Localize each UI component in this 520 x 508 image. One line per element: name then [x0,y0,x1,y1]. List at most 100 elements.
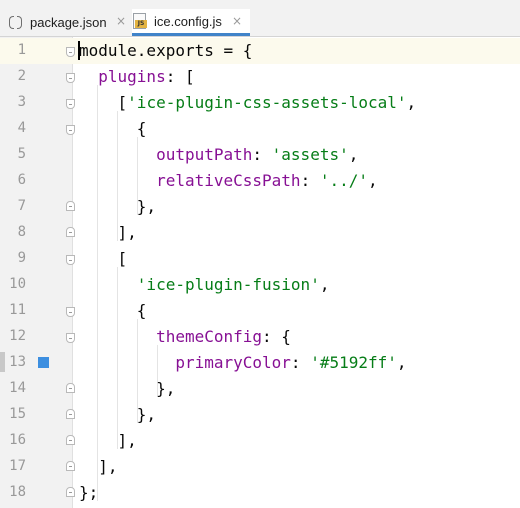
code-token: }, [79,197,157,216]
line-number[interactable]: 11 [0,302,26,318]
fold-marker-icon[interactable] [66,73,75,83]
code-token: : [300,171,320,190]
code-line[interactable]: 7 }, [0,194,520,220]
line-number[interactable]: 1 [0,42,26,58]
line-number[interactable]: 7 [0,198,26,214]
code-line[interactable]: 17 ], [0,454,520,480]
editor-tab-bar: package.json × JS ice.config.js × [0,0,520,37]
code-token: module [79,41,137,60]
code-line[interactable]: 14 }, [0,376,520,402]
fold-marker-icon[interactable] [66,307,75,317]
code-token: [ [79,93,128,112]
string-token: 'assets' [271,145,349,164]
fold-marker-icon[interactable] [66,99,75,109]
bookmark-icon[interactable] [38,357,49,368]
line-number[interactable]: 16 [0,432,26,448]
fold-marker-icon[interactable] [66,333,75,343]
fold-end-marker-icon[interactable] [66,409,75,419]
code-text: ], [79,223,137,243]
code-token: [ [79,249,128,268]
code-token: : { [262,327,291,346]
change-marker [0,352,5,372]
code-line[interactable]: 12 themeConfig: { [0,324,520,350]
fold-marker-icon[interactable] [66,47,75,57]
code-line[interactable]: 8 ], [0,220,520,246]
line-number[interactable]: 5 [0,146,26,162]
line-number[interactable]: 2 [0,68,26,84]
code-token: }, [79,405,157,424]
fold-end-marker-icon[interactable] [66,461,75,471]
code-text: { [79,301,147,321]
code-line[interactable]: 4 { [0,116,520,142]
line-number[interactable]: 4 [0,120,26,136]
code-line[interactable]: 11 { [0,298,520,324]
code-text: relativeCssPath: '../', [79,171,378,191]
tab-label: package.json [30,15,107,30]
property-token: themeConfig [156,327,263,346]
fold-marker-icon[interactable] [66,125,75,135]
code-text: }, [79,379,175,399]
fold-end-marker-icon[interactable] [66,227,75,237]
code-token: ], [79,431,137,450]
fold-end-marker-icon[interactable] [66,383,75,393]
code-text: ['ice-plugin-css-assets-local', [79,93,417,113]
fold-marker-icon[interactable] [66,255,75,265]
line-number[interactable]: 3 [0,94,26,110]
code-text: plugins: [ [79,67,194,87]
code-token: , [319,275,330,294]
line-number[interactable]: 6 [0,172,26,188]
string-token: 'ice-plugin-fusion' [136,275,320,294]
line-number[interactable]: 10 [0,276,26,292]
code-token: , [396,353,407,372]
fold-end-marker-icon[interactable] [66,487,75,497]
code-line[interactable]: 16 ], [0,428,520,454]
code-token: ], [79,457,118,476]
code-line[interactable]: 2 plugins: [ [0,64,520,90]
code-text: }, [79,197,156,217]
close-tab-icon[interactable]: × [232,14,242,28]
line-number[interactable]: 17 [0,458,26,474]
code-line[interactable]: 6 relativeCssPath: '../', [0,168,520,194]
code-text: 'ice-plugin-fusion', [79,275,330,295]
line-number[interactable]: 9 [0,250,26,266]
text-cursor [78,41,80,60]
line-number[interactable]: 8 [0,224,26,240]
code-editor[interactable]: 1 module.exports = {2 plugins: [3 ['ice-p… [0,37,520,508]
code-line[interactable]: 15 }, [0,402,520,428]
code-text: outputPath: 'assets', [79,145,358,165]
tab-package-json[interactable]: package.json × [8,9,132,36]
code-text: }, [79,405,156,425]
code-text: }; [79,483,98,503]
line-number[interactable]: 15 [0,406,26,422]
code-token: , [368,171,378,190]
code-token: }; [79,483,99,502]
code-token: : [290,353,311,372]
code-line[interactable]: 5 outputPath: 'assets', [0,142,520,168]
line-number[interactable]: 12 [0,328,26,344]
property-token: primaryColor [175,353,291,372]
code-text: ], [79,431,137,451]
code-text: { [79,119,147,139]
tab-ice-config-js[interactable]: JS ice.config.js × [132,9,250,36]
line-number[interactable]: 18 [0,484,26,500]
fold-end-marker-icon[interactable] [66,435,75,445]
code-token: .exports = { [136,41,253,60]
code-line[interactable]: 3 ['ice-plugin-css-assets-local', [0,90,520,116]
fold-end-marker-icon[interactable] [66,201,75,211]
js-badge: JS [135,20,147,28]
code-line[interactable]: 18}; [0,480,520,506]
close-tab-icon[interactable]: × [116,14,126,28]
code-line[interactable]: 13 primaryColor: '#5192ff', [0,350,520,376]
property-token: outputPath [156,145,253,164]
code-line[interactable]: 10 'ice-plugin-fusion', [0,272,520,298]
code-token: , [406,93,417,112]
code-token: ], [79,223,137,242]
line-number[interactable]: 14 [0,380,26,396]
code-line[interactable]: 9 [ [0,246,520,272]
property-token: relativeCssPath [156,171,301,190]
json-file-icon [8,15,24,31]
